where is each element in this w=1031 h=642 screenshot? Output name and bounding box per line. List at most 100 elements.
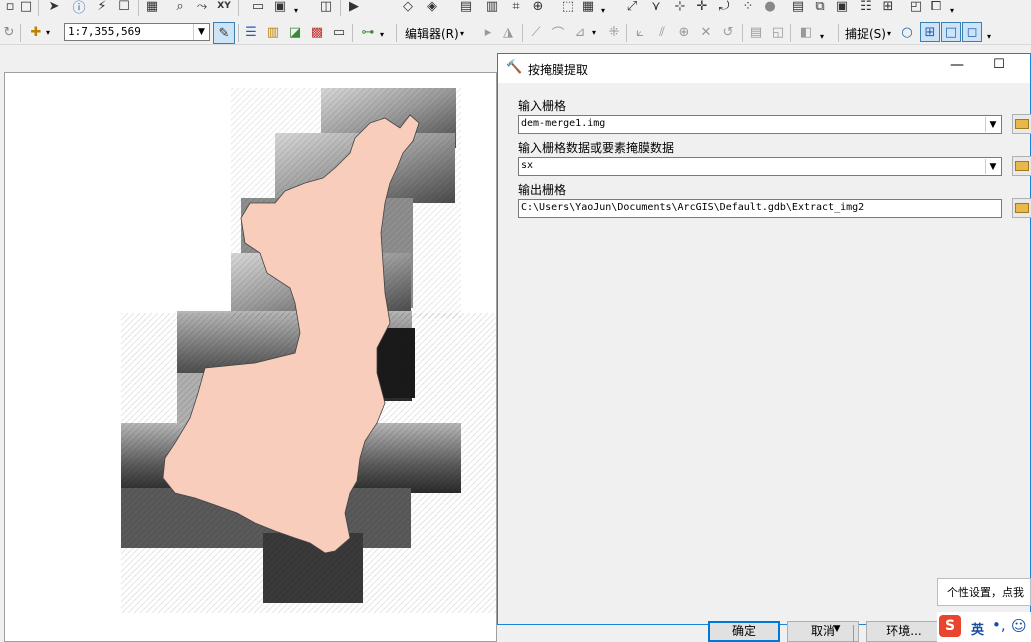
standard-toolbar: ▫ □ ➤ ⓘ ⚡ ☐ ▦ ⌕ ⤳ XY ▭ ▣ ▾ ◫ ▶ ◇ ◈ ▤ ▥ ⌗… xyxy=(0,0,1031,20)
move-icon[interactable]: ✛ xyxy=(694,0,710,14)
chevron-down-icon[interactable]: ▼ xyxy=(985,117,1000,132)
select-arrow-icon[interactable]: ➤ xyxy=(46,0,62,14)
output-raster-field[interactable]: C:\Users\YaoJun\Documents\ArcGIS\Default… xyxy=(518,199,1002,218)
table-of-contents-icon[interactable]: ☰ xyxy=(243,24,259,40)
chevron-down-icon[interactable]: ▼ xyxy=(828,624,846,640)
georef-icon[interactable]: ⬚ xyxy=(560,0,576,14)
table-icon[interactable]: ▤ xyxy=(790,0,806,14)
chevron-down-icon[interactable]: ▼ xyxy=(193,24,209,40)
cancel-button[interactable]: 取消 xyxy=(787,621,859,642)
sogou-logo-icon[interactable]: S xyxy=(939,615,961,637)
dropdown-arrow-icon[interactable]: ▾ xyxy=(887,29,897,39)
merge-icon[interactable]: ▣ xyxy=(834,0,850,14)
create-features-window-icon[interactable]: ◧ xyxy=(798,24,814,40)
search-window-icon[interactable]: ◪ xyxy=(287,24,303,40)
minimize-button[interactable]: — xyxy=(946,57,968,79)
edit-arrow-icon[interactable]: ▸ xyxy=(480,24,496,40)
straight-segment-icon[interactable]: ⟋ xyxy=(528,24,544,40)
python-window-icon[interactable]: ▭ xyxy=(331,24,347,40)
environments-button[interactable]: 环境... xyxy=(866,621,942,642)
time-slider-icon[interactable]: ▭ xyxy=(250,0,266,14)
goto-xy-icon[interactable]: XY xyxy=(216,0,232,14)
edit-vertices-icon[interactable]: ⟀ xyxy=(632,24,648,40)
measure-icon[interactable]: ▦ xyxy=(144,0,160,14)
dropdown-arrow-icon[interactable]: ▾ xyxy=(592,28,602,38)
find-binoculars-icon[interactable]: ⌕ xyxy=(172,0,188,14)
end-snapping-icon[interactable]: ⊞ xyxy=(920,22,940,42)
map-view[interactable] xyxy=(4,72,497,642)
union-icon[interactable]: ☷ xyxy=(858,0,874,14)
browse-input-raster-button[interactable] xyxy=(1012,114,1031,134)
emoji-smile-icon[interactable]: ☺ xyxy=(1011,617,1027,635)
dropdown-arrow-icon[interactable]: ▾ xyxy=(46,28,56,38)
dropdown-arrow-icon[interactable]: ▾ xyxy=(950,6,960,16)
model-builder-icon[interactable]: ⊶ xyxy=(360,24,376,40)
split-icon[interactable]: ⊹ xyxy=(672,0,688,14)
add-data-icon[interactable]: ✚ xyxy=(28,24,44,40)
dropdown-arrow-icon[interactable]: ▾ xyxy=(820,32,830,42)
sketch-properties-icon[interactable]: ◱ xyxy=(770,24,786,40)
dropdown-arrow-icon[interactable]: ▾ xyxy=(380,30,390,40)
page-layout-icon[interactable]: ▫ xyxy=(2,0,18,14)
editor-menu[interactable]: 编辑器(R) xyxy=(405,25,459,42)
browse-output-raster-button[interactable] xyxy=(1012,198,1031,218)
editing-icon[interactable]: ◇ xyxy=(400,0,416,14)
create-features-icon[interactable]: ▥ xyxy=(484,0,500,14)
html-popup-icon[interactable]: ☐ xyxy=(116,0,132,14)
chevron-down-icon[interactable]: ▼ xyxy=(985,159,1000,174)
split-tool-icon[interactable]: ✕ xyxy=(698,24,714,40)
sphere-icon[interactable]: ● xyxy=(762,0,778,14)
vertex-icon[interactable]: ⤢ xyxy=(624,0,640,14)
dropdown-arrow-icon[interactable]: ▾ xyxy=(987,32,997,42)
vertex-snapping-icon[interactable]: □ xyxy=(941,22,961,42)
ime-language-toggle[interactable]: 英 xyxy=(971,619,984,638)
point-snapping-icon[interactable]: ○ xyxy=(899,24,915,40)
toolbar-separator xyxy=(38,0,39,16)
catalog-icon[interactable]: ▥ xyxy=(265,24,281,40)
midpoint-icon[interactable]: ⁜ xyxy=(606,24,622,40)
ime-status-bar[interactable]: S 英 •, ☺ xyxy=(937,612,1031,642)
maximize-button[interactable]: ☐ xyxy=(988,57,1010,79)
attributes-window-icon[interactable]: ▤ xyxy=(748,24,764,40)
snapping-menu[interactable]: 捕捉(S) xyxy=(845,25,886,42)
edit-annotation-icon[interactable]: ◮ xyxy=(500,24,516,40)
dropdown-arrow-icon[interactable]: ▾ xyxy=(601,6,611,16)
arctoolbox-icon[interactable]: ▩ xyxy=(309,24,325,40)
identify-icon[interactable]: ⓘ xyxy=(71,0,87,16)
editor-toolbar-icon[interactable]: ◫ xyxy=(318,0,334,14)
rotate-tool-icon[interactable]: ↺ xyxy=(720,24,736,40)
input-raster-combo[interactable]: dem-merge1.img ▼ xyxy=(518,115,1002,134)
validate-icon[interactable]: ⊕ xyxy=(530,0,546,14)
browse-mask-data-button[interactable] xyxy=(1012,156,1031,176)
dots-icon[interactable]: ⁘ xyxy=(740,0,756,14)
point-icon[interactable]: ⊿ xyxy=(572,24,588,40)
hyperlink-icon[interactable]: ⚡ xyxy=(94,0,110,14)
edge-snapping-icon[interactable]: ◻ xyxy=(962,22,982,42)
sketch-icon[interactable]: ◈ xyxy=(424,0,440,14)
buffer-icon[interactable]: ⊞ xyxy=(880,0,896,14)
arc-segment-icon[interactable]: ⌒ xyxy=(550,24,566,42)
dropdown-arrow-icon[interactable]: ▾ xyxy=(460,29,470,39)
find-route-icon[interactable]: ⤳ xyxy=(194,0,210,14)
reshape-icon[interactable]: ⋎ xyxy=(648,0,664,14)
cut-polygons-icon[interactable]: ⊕ xyxy=(676,24,692,40)
ime-punctuation-toggle[interactable]: •, xyxy=(992,616,1006,634)
topology-icon[interactable]: ⌗ xyxy=(508,0,524,14)
edit-tool-icon[interactable]: ▶ xyxy=(346,0,362,14)
refresh-icon[interactable]: ↻ xyxy=(1,24,17,40)
mask-data-combo[interactable]: sx ▼ xyxy=(518,157,1002,176)
map-scale-combo[interactable]: 1:7,355,569 ▼ xyxy=(64,23,210,41)
editor-pencil-icon[interactable]: ✎ xyxy=(213,22,235,44)
page-icon[interactable]: □ xyxy=(18,0,34,14)
copy-icon[interactable]: ⧠ xyxy=(928,0,944,14)
layout-icon[interactable]: ◰ xyxy=(908,0,924,14)
rotate-icon[interactable]: ⤾ xyxy=(716,0,732,14)
dropdown-arrow-icon[interactable]: ▾ xyxy=(294,6,304,16)
dialog-title-bar[interactable]: 🔨 按掩膜提取 — ☐ xyxy=(498,54,1030,83)
grid-icon[interactable]: ▦ xyxy=(580,0,596,14)
viewer-window-icon[interactable]: ▣ xyxy=(272,0,288,14)
ok-button[interactable]: 确定 xyxy=(708,621,780,642)
attributes-icon[interactable]: ▤ xyxy=(458,0,474,14)
reshape-feature-icon[interactable]: ⫽ xyxy=(654,24,670,40)
clip-icon[interactable]: ⧉ xyxy=(812,0,828,14)
